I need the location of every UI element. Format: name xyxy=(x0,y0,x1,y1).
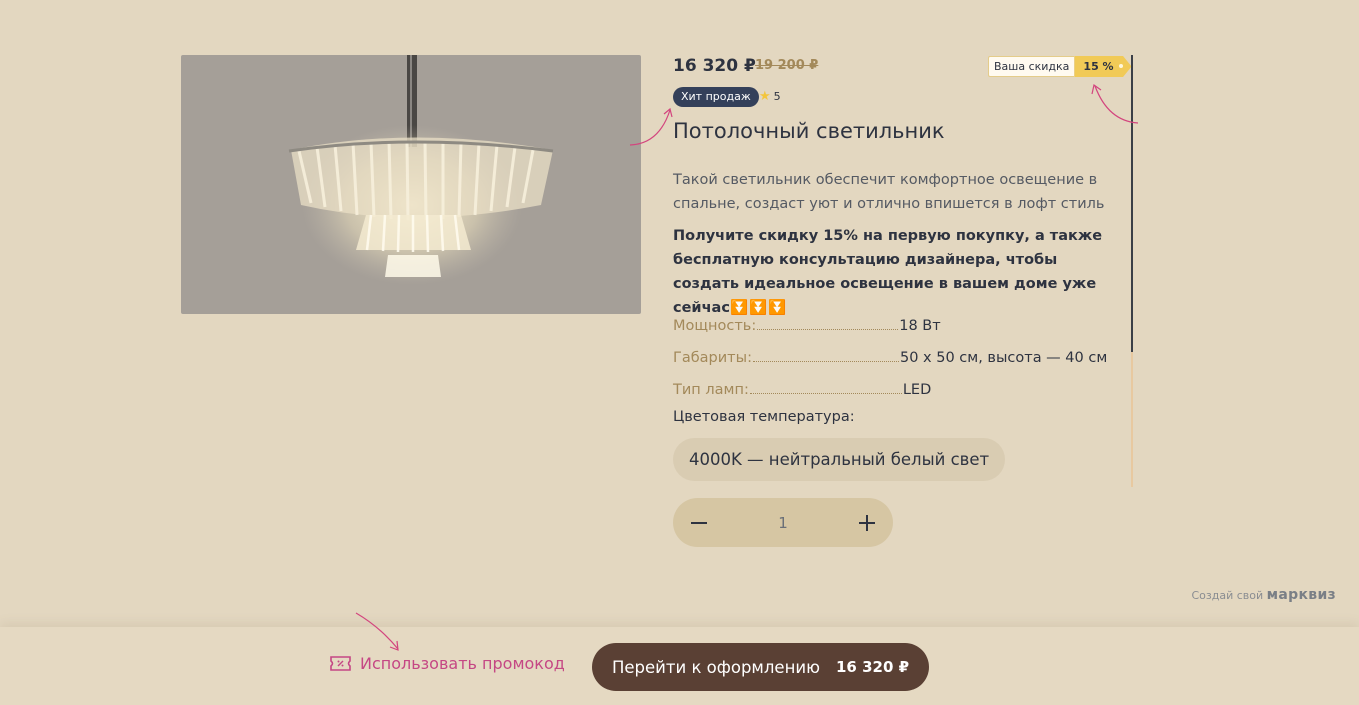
product-image xyxy=(181,55,641,314)
product-title: Потолочный светильник xyxy=(673,119,945,143)
spec-value: 18 Вт xyxy=(899,318,941,334)
credit-prefix: Создай свой xyxy=(1191,589,1264,602)
color-temp-option[interactable]: 4000K — нейтральный белый свет xyxy=(673,438,1006,481)
spec-key: Габариты: xyxy=(673,350,752,366)
discount-value: 15 % xyxy=(1074,56,1132,77)
promo-button-label: Использовать промокод xyxy=(360,654,565,673)
scrollbar-thumb[interactable] xyxy=(1131,55,1133,352)
plus-icon[interactable] xyxy=(855,511,879,535)
old-price: 19 200 ₽ xyxy=(755,58,819,73)
spec-value: LED xyxy=(902,382,932,398)
rating: ★ 5 xyxy=(759,89,781,104)
rating-value: 5 xyxy=(773,90,781,103)
checkout-label: Перейти к оформлению xyxy=(611,657,820,677)
product-description: Такой светильник обеспечит комфортное ос… xyxy=(673,172,1105,212)
scrollbar[interactable] xyxy=(1131,55,1133,487)
spec-key: Тип ламп: xyxy=(673,382,749,398)
spec-dots xyxy=(752,361,899,362)
spec-dimensions: Габариты: 50 х 50 см, высота — 40 см xyxy=(673,350,1113,366)
checkout-button[interactable]: Перейти к оформлению 16 320 ₽ xyxy=(592,643,929,691)
spec-key: Мощность: xyxy=(673,318,757,334)
spec-dots xyxy=(757,329,899,330)
promo-text: Получите скидку 15% на первую покупку, а… xyxy=(673,224,1113,320)
minus-icon[interactable] xyxy=(687,511,711,535)
platform-credit[interactable]: Создай свой марквиз xyxy=(1192,587,1337,603)
spec-dots xyxy=(749,393,902,394)
credit-brand: марквиз xyxy=(1266,587,1336,603)
star-icon: ★ xyxy=(759,89,771,104)
discount-label: Ваша скидка xyxy=(988,56,1075,77)
coupon-icon xyxy=(330,656,351,671)
current-price: 16 320 ₽ xyxy=(673,56,756,76)
spec-value: 50 х 50 см, высота — 40 см xyxy=(899,350,1108,366)
bestseller-badge: Хит продаж xyxy=(673,87,759,107)
color-temp-label: Цветовая температура: xyxy=(673,409,855,425)
use-promocode-button[interactable]: Использовать промокод xyxy=(330,654,565,673)
arrows-down-icon: ⏬⏬⏬ xyxy=(729,300,788,316)
spec-power: Мощность: 18 Вт xyxy=(673,318,1113,334)
discount-tag: Ваша скидка 15 % xyxy=(988,56,1132,77)
quantity-stepper: 1 xyxy=(673,498,893,547)
spec-lamp-type: Тип ламп: LED xyxy=(673,382,1113,398)
quantity-value[interactable]: 1 xyxy=(778,514,788,532)
checkout-sum: 16 320 ₽ xyxy=(835,658,910,676)
